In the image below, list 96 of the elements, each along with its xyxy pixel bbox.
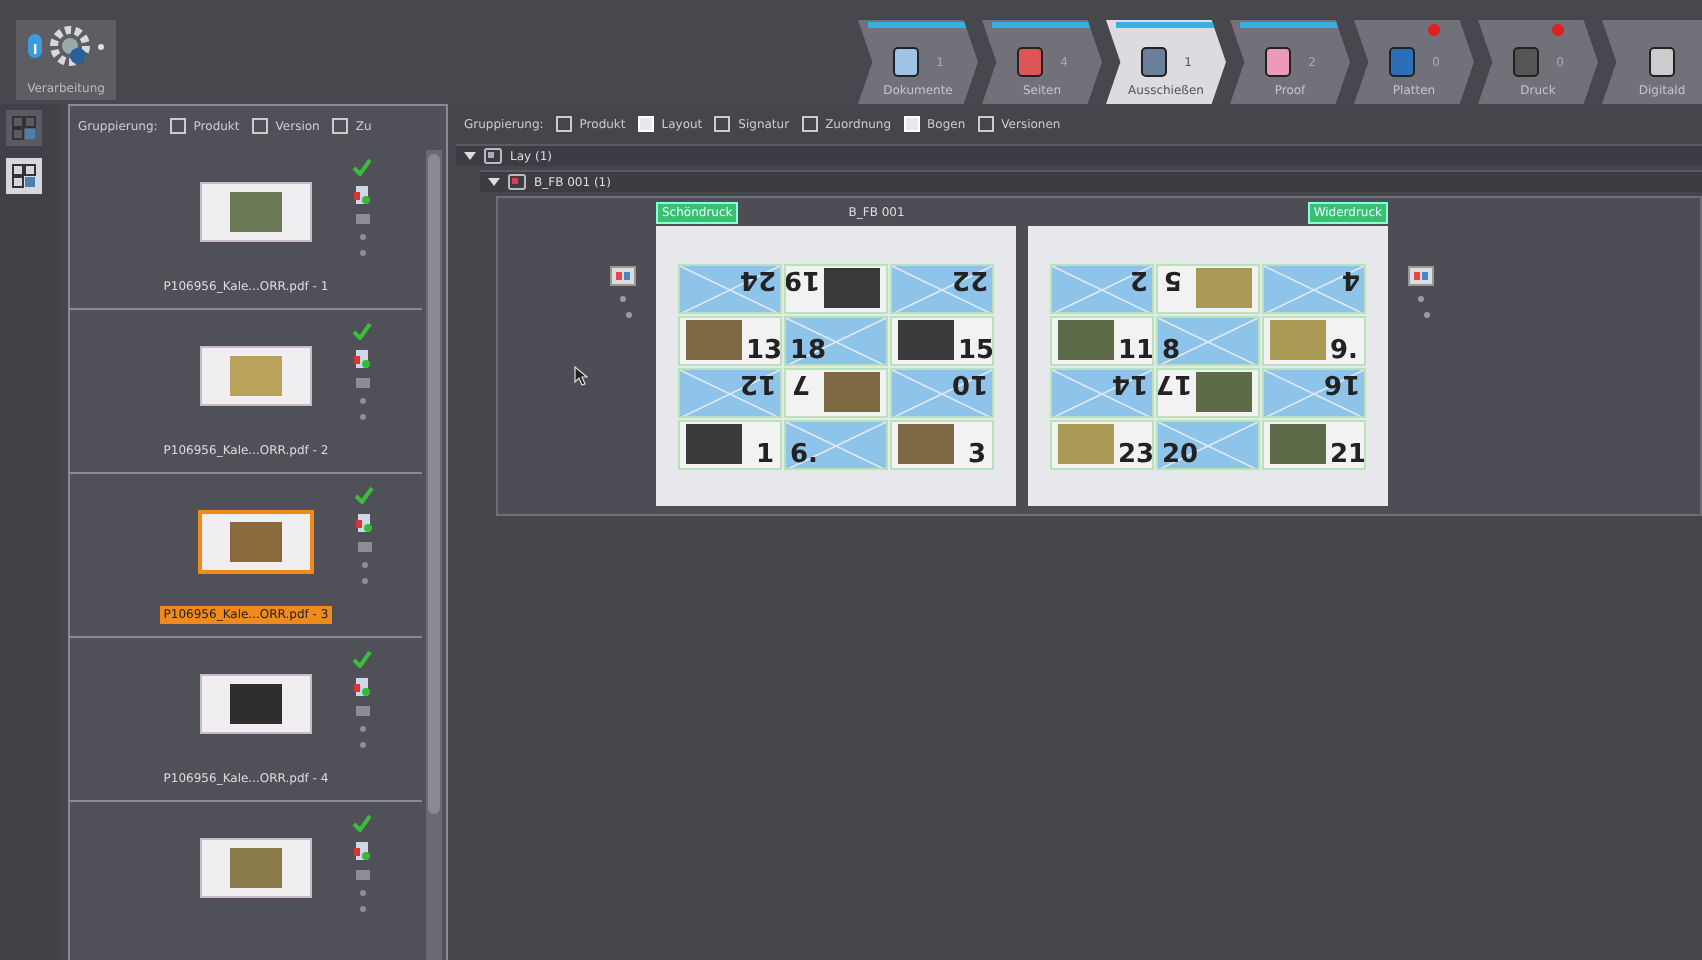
page-number: 8 [1160, 337, 1183, 363]
layout-icon [508, 174, 526, 190]
photo-placeholder [1196, 372, 1252, 412]
photo-placeholder [1196, 268, 1252, 308]
file-icon [354, 678, 370, 696]
scrollbar[interactable] [426, 150, 442, 960]
page-number: 9. [1328, 337, 1360, 363]
check-icon [352, 158, 372, 176]
check-icon [352, 814, 372, 832]
color-icon [1408, 266, 1434, 286]
photo-placeholder [686, 320, 742, 360]
photo-placeholder [1270, 424, 1326, 464]
photo-placeholder [824, 372, 880, 412]
step-icon [892, 46, 921, 78]
file-icon [354, 186, 370, 204]
page-number: 18 [788, 337, 829, 363]
dot-icon [359, 250, 365, 256]
dot-icon [626, 312, 632, 318]
photo-placeholder [898, 320, 954, 360]
checkbox[interactable] [801, 116, 818, 132]
photo-placeholder [230, 522, 282, 562]
dot-icon [361, 562, 367, 568]
expand-triangle-icon[interactable] [488, 178, 500, 186]
check-icon [354, 486, 374, 504]
photo-placeholder [230, 356, 282, 396]
page-number: 24 [737, 265, 778, 291]
page-number: 14 [1109, 369, 1150, 395]
page-number: 6. [788, 441, 820, 467]
page-number: 2 [1127, 265, 1150, 291]
photo-placeholder [1058, 424, 1114, 464]
page-number: 13 [744, 337, 780, 363]
page-number: 1 [753, 441, 776, 467]
photo-placeholder [1058, 320, 1114, 360]
photo-placeholder [824, 268, 880, 308]
file-icon [354, 350, 370, 368]
step-icon [1016, 46, 1045, 78]
file-icon [354, 842, 370, 860]
dot-icon [359, 234, 365, 240]
dot-icon [361, 578, 367, 584]
page-number: 11 [1116, 337, 1152, 363]
step-icon [1648, 46, 1676, 78]
page-number: 23 [1116, 441, 1152, 467]
info-icon [28, 34, 42, 58]
pointer-icon [574, 366, 588, 386]
page-number: 5 [1162, 265, 1185, 291]
expand-triangle-icon[interactable] [464, 152, 476, 160]
checkbox[interactable] [714, 116, 731, 132]
page-number: 21 [1328, 441, 1364, 467]
page-number: 4 [1339, 265, 1362, 291]
dropdown-dot-icon [98, 43, 104, 49]
alert-dot-icon [1428, 24, 1440, 36]
step-icon [1140, 46, 1169, 78]
photo-placeholder [230, 684, 282, 724]
grid-icon [12, 116, 36, 140]
photo-placeholder [1270, 320, 1326, 360]
dot-icon [359, 726, 365, 732]
dot-icon [1424, 312, 1430, 318]
photo-placeholder [230, 848, 282, 888]
grid-icon [12, 164, 36, 188]
layout-tool-button[interactable] [6, 158, 42, 194]
step-icon [1512, 46, 1541, 78]
step-icon [1388, 46, 1417, 78]
step-icon [1264, 46, 1293, 78]
checkbox[interactable] [251, 118, 268, 134]
page-number: 3 [965, 441, 988, 467]
checkbox[interactable] [169, 118, 186, 134]
photo-placeholder [898, 424, 954, 464]
checkbox[interactable] [977, 116, 994, 132]
scroll-thumb[interactable] [428, 154, 440, 814]
checkbox[interactable] [555, 116, 572, 132]
color-icon [610, 266, 636, 286]
page-number: 20 [1160, 441, 1201, 467]
dot-icon [620, 296, 626, 302]
page-number: 7 [790, 369, 813, 395]
alert-dot-icon [1552, 24, 1564, 36]
dot-icon [359, 414, 365, 420]
check-icon [352, 322, 372, 340]
page-number: 15 [956, 337, 992, 363]
page-number: 10 [949, 369, 990, 395]
dot-icon [359, 742, 365, 748]
dot-icon [1418, 296, 1424, 302]
layout-icon [484, 148, 502, 164]
dot-icon [359, 398, 365, 404]
photo-placeholder [686, 424, 742, 464]
page-number: 17 [1158, 369, 1194, 395]
page-number: 16 [1321, 369, 1362, 395]
dot-icon [359, 890, 365, 896]
page-number: 19 [786, 265, 822, 291]
check-icon [352, 650, 372, 668]
page-number: 22 [949, 265, 990, 291]
file-icon [356, 514, 372, 532]
gear-icon [48, 24, 92, 68]
page-number: 12 [737, 369, 778, 395]
checkbox[interactable] [331, 118, 348, 134]
photo-placeholder [230, 192, 282, 232]
dot-icon [359, 906, 365, 912]
